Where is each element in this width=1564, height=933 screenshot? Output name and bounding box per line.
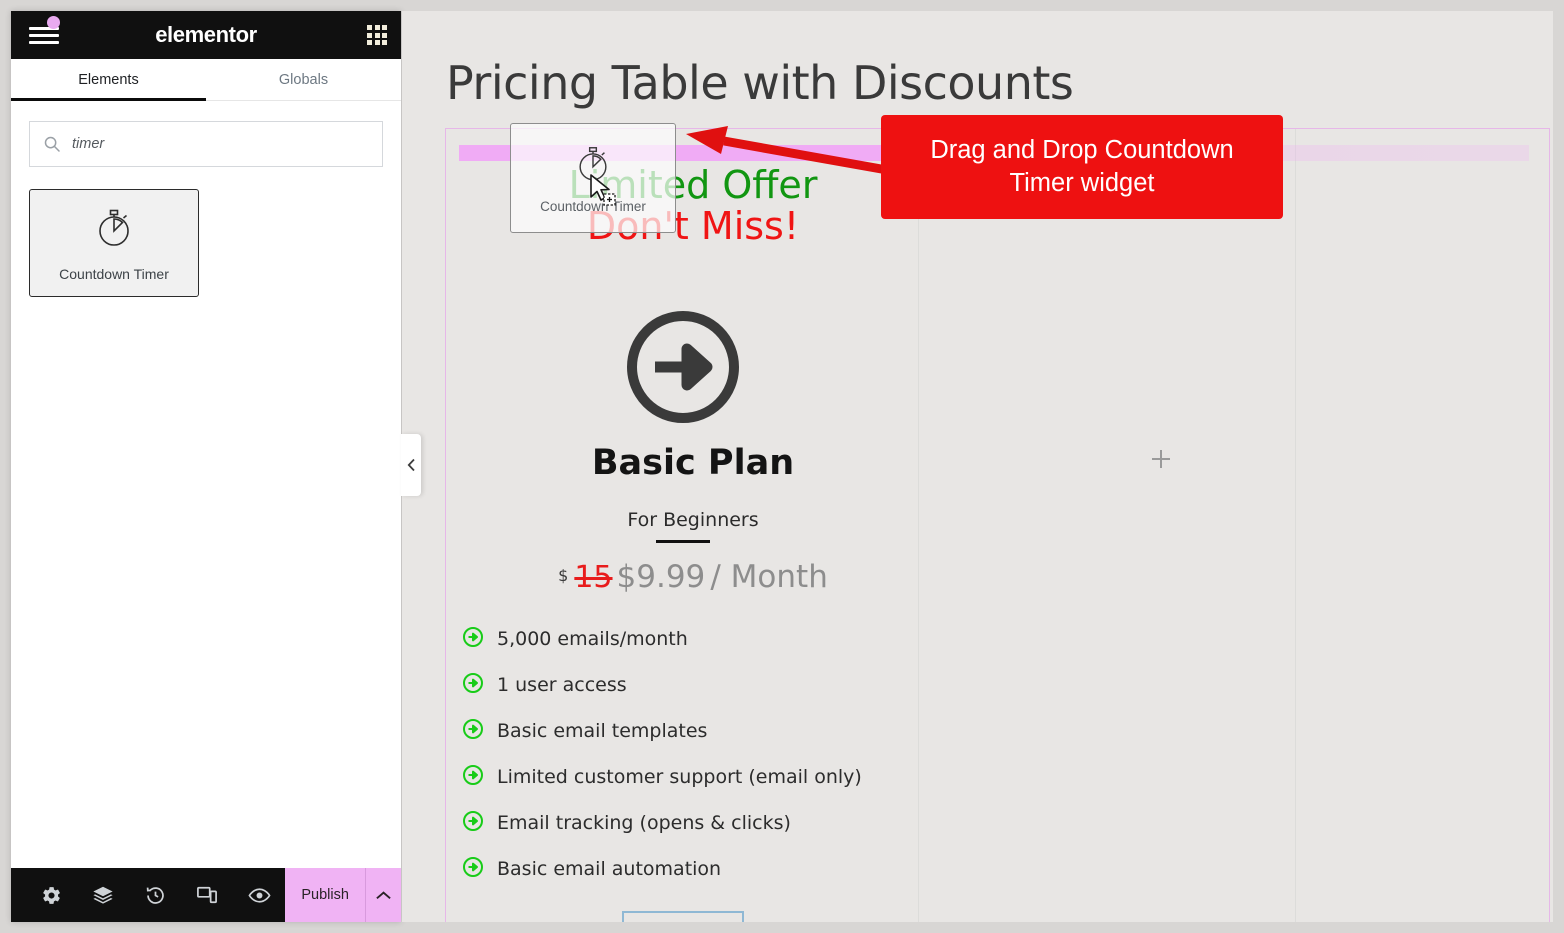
widget-results-grid: Countdown Timer — [29, 189, 383, 297]
panel-body: Countdown Timer — [11, 101, 401, 868]
price-currency: $ — [558, 566, 569, 585]
feature-label: 1 user access — [497, 674, 627, 696]
list-item: Email tracking (opens & clicks) — [462, 800, 932, 846]
list-item: Limited customer support (email only) — [462, 754, 932, 800]
plan-subtitle: For Beginners — [627, 509, 759, 531]
tab-globals[interactable]: Globals — [206, 59, 401, 100]
plan-name: Basic Plan — [591, 443, 795, 483]
green-circle-arrow-icon — [462, 718, 484, 745]
panel-header: elementor — [11, 11, 401, 59]
green-circle-arrow-icon — [462, 672, 484, 699]
price-original: 15 — [574, 560, 613, 595]
annotation-callout: Drag and Drop Countdown Timer widget — [881, 115, 1283, 219]
price-period: / Month — [710, 559, 828, 595]
plus-icon[interactable] — [1150, 448, 1172, 470]
feature-label: Basic email templates — [497, 720, 708, 742]
feature-label: Limited customer support (email only) — [497, 766, 862, 788]
cta-button-placeholder[interactable] — [622, 911, 744, 922]
drag-ghost-countdown-timer: Countdown Timer — [510, 123, 676, 233]
circle-arrow-right-icon — [623, 307, 743, 427]
list-item: 5,000 emails/month — [462, 616, 932, 662]
panel-tabs: Elements Globals — [11, 59, 401, 101]
list-item: Basic email templates — [462, 708, 932, 754]
elementor-logo-text: elementor — [155, 22, 257, 47]
list-item: Basic email automation — [462, 846, 932, 892]
search-input[interactable] — [72, 136, 382, 152]
green-circle-arrow-icon — [462, 626, 484, 653]
tab-elements[interactable]: Elements — [11, 59, 206, 101]
price-row: $15 $9.99 / Month — [468, 559, 918, 595]
feature-list: 5,000 emails/month 1 user access Basic e… — [462, 616, 932, 892]
green-circle-arrow-icon — [462, 810, 484, 837]
settings-gear-icon[interactable] — [25, 868, 77, 922]
history-clock-icon[interactable] — [129, 868, 181, 922]
responsive-devices-icon[interactable] — [181, 868, 233, 922]
column-divider — [1295, 129, 1296, 922]
footer-icon-group — [11, 868, 285, 922]
page-title: Pricing Table with Discounts — [446, 56, 1074, 110]
notification-dot — [47, 16, 60, 29]
stopwatch-icon — [93, 205, 135, 254]
feature-label: Email tracking (opens & clicks) — [497, 812, 791, 834]
elementor-editor: elementor Elements Globals timer Countdo… — [0, 0, 1564, 933]
list-item: 1 user access — [462, 662, 932, 708]
green-circle-arrow-icon — [462, 856, 484, 883]
green-circle-arrow-icon — [462, 764, 484, 791]
price-discounted: $9.99 — [616, 559, 706, 595]
widget-card-label: Countdown Timer — [59, 265, 169, 282]
eye-preview-icon[interactable] — [233, 868, 285, 922]
widget-card-countdown-timer[interactable]: Countdown Timer — [29, 189, 199, 297]
search-icon — [44, 136, 60, 152]
layers-navigator-icon[interactable] — [77, 868, 129, 922]
left-arrow-annotation-icon — [684, 120, 889, 185]
subtitle-divider — [656, 540, 710, 543]
panel-collapse-handle[interactable] — [401, 434, 421, 496]
panel-footer: Publish — [11, 868, 401, 922]
feature-label: Basic email automation — [497, 858, 722, 880]
apps-grid-icon[interactable] — [367, 25, 387, 45]
drag-cursor-icon — [589, 174, 623, 215]
feature-label: 5,000 emails/month — [497, 628, 688, 650]
publish-button[interactable]: Publish — [285, 868, 366, 922]
editor-panel: elementor Elements Globals timer Countdo… — [11, 11, 401, 922]
search-widget-box[interactable] — [29, 121, 383, 167]
chevron-up-icon[interactable] — [365, 868, 401, 922]
